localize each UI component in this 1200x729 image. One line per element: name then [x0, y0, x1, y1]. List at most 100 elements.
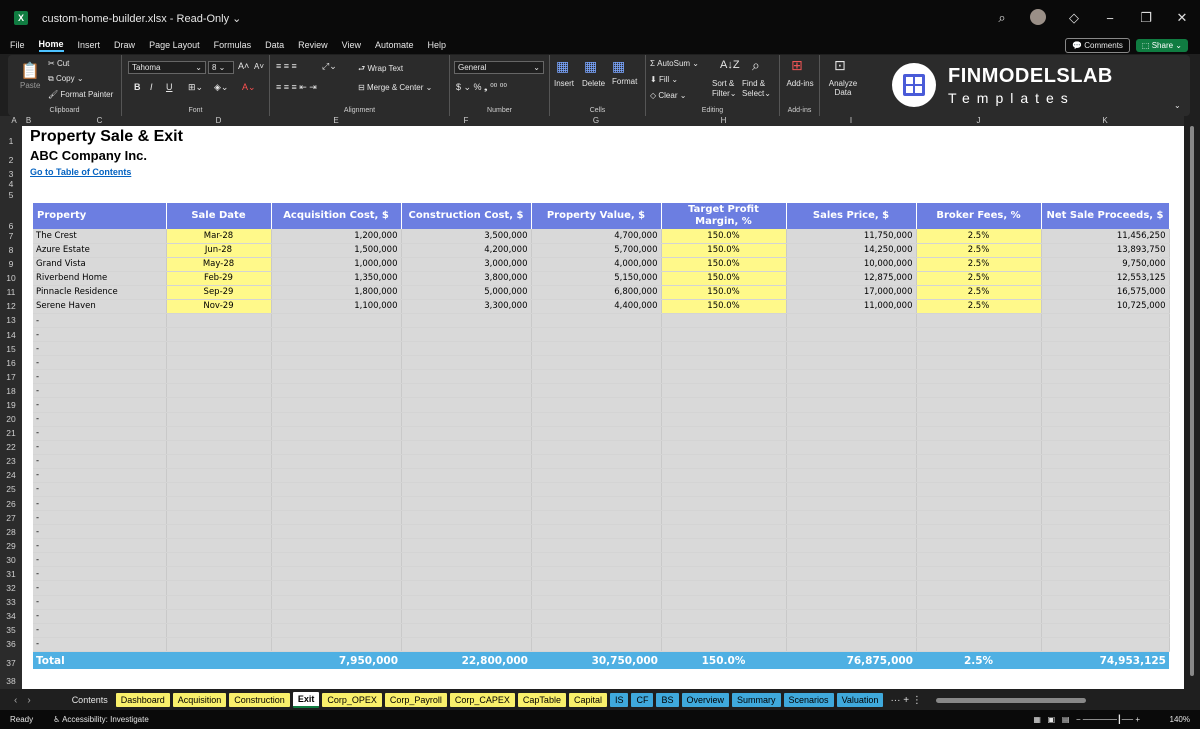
table-cell[interactable]	[786, 313, 917, 329]
table-cell[interactable]: 150.0%	[661, 285, 787, 300]
row-number[interactable]: 32	[0, 583, 22, 593]
close-icon[interactable]: ✕	[1164, 10, 1200, 26]
table-cell[interactable]	[271, 313, 402, 329]
table-cell[interactable]	[916, 327, 1042, 343]
collapse-ribbon-icon[interactable]: ⌄	[1174, 101, 1181, 110]
table-cell[interactable]	[786, 355, 917, 371]
column-header-g[interactable]: G	[531, 116, 661, 125]
column-header-cell[interactable]: Construction Cost, $	[401, 203, 532, 229]
table-cell[interactable]: 5,700,000	[531, 243, 662, 258]
table-cell[interactable]: -	[33, 552, 167, 568]
table-cell[interactable]: 11,000,000	[786, 299, 917, 314]
table-cell[interactable]: 1,100,000	[271, 299, 402, 314]
row-number[interactable]: 36	[0, 639, 22, 649]
row-number[interactable]: 37	[0, 658, 22, 668]
table-cell[interactable]	[401, 538, 532, 554]
table-cell[interactable]: -	[33, 341, 167, 357]
tab-cf[interactable]: CF	[631, 693, 654, 707]
table-cell[interactable]	[661, 468, 787, 483]
share-button[interactable]: ⬚ Share ⌄	[1135, 38, 1188, 52]
table-cell[interactable]	[916, 341, 1042, 357]
table-cell[interactable]	[531, 566, 662, 582]
table-cell[interactable]: 4,700,000	[531, 229, 662, 244]
column-header-i[interactable]: I	[786, 116, 916, 125]
table-cell[interactable]	[166, 454, 272, 469]
table-cell[interactable]: -	[33, 454, 167, 469]
table-cell[interactable]: 150.0%	[661, 243, 787, 258]
table-cell[interactable]	[401, 313, 532, 329]
table-cell[interactable]	[661, 341, 787, 357]
table-cell[interactable]	[531, 538, 662, 554]
table-cell[interactable]	[916, 524, 1042, 540]
table-cell[interactable]	[661, 637, 787, 652]
delete-button[interactable]: Delete	[582, 79, 605, 88]
table-cell[interactable]	[271, 327, 402, 343]
copy-button[interactable]: ⧉ Copy ⌄	[48, 74, 84, 84]
table-cell[interactable]	[166, 580, 272, 596]
table-cell[interactable]	[166, 468, 272, 483]
row-number[interactable]: 8	[0, 245, 22, 255]
table-cell[interactable]	[661, 595, 787, 610]
table-cell[interactable]: 4,000,000	[531, 257, 662, 272]
table-cell[interactable]	[401, 369, 532, 385]
table-cell[interactable]	[786, 538, 917, 554]
tab-summary[interactable]: Summary	[732, 693, 781, 707]
table-cell[interactable]	[531, 383, 662, 399]
table-cell[interactable]: May-28	[166, 257, 272, 272]
table-cell[interactable]	[661, 454, 787, 469]
table-cell[interactable]	[661, 623, 787, 638]
table-cell[interactable]	[271, 580, 402, 596]
table-cell[interactable]	[786, 369, 917, 385]
menu-formulas[interactable]: Formulas	[214, 40, 252, 50]
insert-cells-icon[interactable]: ▦	[556, 58, 569, 75]
table-cell[interactable]	[916, 383, 1042, 399]
table-cell[interactable]	[166, 496, 272, 512]
table-cell[interactable]	[786, 510, 917, 526]
table-cell[interactable]	[531, 341, 662, 357]
table-cell[interactable]: 13,893,750	[1041, 243, 1170, 258]
table-cell[interactable]: 5,000,000	[401, 285, 532, 300]
table-cell[interactable]	[401, 355, 532, 371]
comments-button[interactable]: 💬 Comments	[1065, 37, 1130, 53]
table-cell[interactable]	[166, 412, 272, 427]
table-cell[interactable]	[1041, 426, 1170, 441]
row-number[interactable]: 5	[0, 190, 22, 200]
column-header-e[interactable]: E	[271, 116, 401, 125]
table-cell[interactable]	[271, 496, 402, 512]
table-cell[interactable]	[786, 454, 917, 469]
table-cell[interactable]	[661, 313, 787, 329]
borders-icon[interactable]: ⊞⌄	[188, 82, 203, 93]
row-number[interactable]: 30	[0, 555, 22, 565]
row-number[interactable]: 15	[0, 344, 22, 354]
table-cell[interactable]	[401, 482, 532, 497]
analyze-data-icon[interactable]: ⊡	[834, 57, 846, 74]
table-cell[interactable]: 150.0%	[661, 229, 787, 244]
row-number[interactable]: 6	[0, 221, 22, 231]
table-cell[interactable]	[401, 440, 532, 455]
table-cell[interactable]: 1,800,000	[271, 285, 402, 300]
table-cell[interactable]	[1041, 454, 1170, 469]
table-cell[interactable]: 14,250,000	[786, 243, 917, 258]
table-cell[interactable]: 10,725,000	[1041, 299, 1170, 314]
table-cell[interactable]	[1041, 566, 1170, 582]
find-icon[interactable]: ⌕	[752, 57, 760, 74]
table-cell[interactable]	[531, 595, 662, 610]
table-cell[interactable]	[166, 538, 272, 554]
table-cell[interactable]	[531, 397, 662, 413]
tab-scroll-left-icon[interactable]: ‹	[14, 695, 17, 706]
diamond-icon[interactable]: ◇	[1056, 10, 1092, 26]
table-cell[interactable]	[661, 524, 787, 540]
row-number[interactable]: 10	[0, 273, 22, 283]
menu-help[interactable]: Help	[428, 40, 447, 50]
table-cell[interactable]: 16,575,000	[1041, 285, 1170, 300]
search-icon[interactable]: ⌕	[984, 10, 1020, 26]
table-cell[interactable]	[531, 369, 662, 385]
table-cell[interactable]	[166, 637, 272, 652]
addins-button[interactable]: Add-ins	[780, 79, 820, 88]
table-cell[interactable]	[166, 566, 272, 582]
table-cell[interactable]	[786, 383, 917, 399]
find-button[interactable]: Find &	[742, 79, 765, 88]
table-cell[interactable]	[531, 580, 662, 596]
table-cell[interactable]	[166, 552, 272, 568]
menu-file[interactable]: File	[10, 40, 25, 50]
